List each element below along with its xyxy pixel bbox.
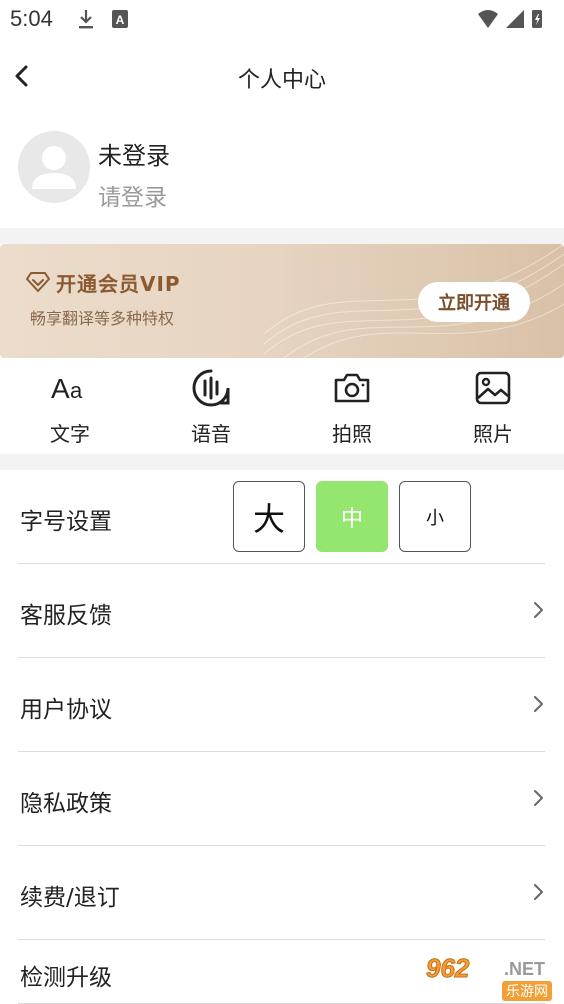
wifi-icon [478,10,498,28]
status-bar: 5:04 A [0,0,564,40]
tool-grid: A a 文字 语音 拍照 照片 [0,358,564,454]
vip-title: 开通会员VIP [56,271,181,296]
chevron-right-icon [534,602,543,618]
tool-label: 文字 [50,422,90,446]
tool-camera[interactable]: 拍照 [304,368,400,452]
chevron-right-icon [534,884,543,900]
vip-subtitle: 畅享翻译等多种特权 [30,309,175,328]
row-label: 用户协议 [20,697,112,723]
signal-icon [506,10,524,28]
row-label: 隐私政策 [20,791,112,817]
login-prompt[interactable]: 请登录 [98,178,167,212]
camera-icon [334,373,370,403]
row-label: 客服反馈 [20,603,112,629]
profile-name[interactable]: 未登录 [98,136,170,171]
top-nav: 个人中心 [0,50,564,102]
settings-row-feedback[interactable]: 客服反馈 [18,564,545,658]
row-label: 检测升级 [20,965,112,991]
tool-voice[interactable]: 语音 [163,368,259,452]
voice-icon [192,369,230,407]
status-indicators [478,10,542,28]
site-watermark: 962 .NET 乐游网 [424,953,560,1001]
vip-banner[interactable]: 开通会员VIP 畅享翻译等多种特权 立即开通 [0,244,564,358]
tool-label: 拍照 [332,422,372,446]
a-notification-icon: A [112,10,128,28]
section-divider [0,454,564,470]
open-vip-button[interactable]: 立即开通 [418,282,530,322]
svg-text:a: a [70,378,83,403]
download-icon [79,10,93,29]
watermark-cn-text: 乐游网 [502,981,552,1001]
watermark-number: 962 [425,953,470,984]
tool-photo[interactable]: 照片 [445,368,541,452]
tool-text[interactable]: A a 文字 [22,368,118,452]
font-size-medium-button[interactable]: 中 [316,481,388,552]
status-time: 5:04 [10,6,53,31]
chevron-right-icon [534,696,543,712]
font-size-label: 字号设置 [20,509,112,535]
watermark-suffix: .NET [504,959,546,979]
vip-title-group: 开通会员VIP [26,268,181,296]
photo-icon [475,371,511,405]
svg-text:A: A [116,13,125,27]
settings-row-privacy[interactable]: 隐私政策 [18,752,545,846]
font-size-small-button[interactable]: 小 [399,481,471,552]
settings-row-renew-unsubscribe[interactable]: 续费/退订 [18,846,545,940]
font-size-setting: 字号设置 大 中 小 [18,470,545,564]
diamond-icon [26,272,50,292]
tool-label: 照片 [473,422,513,446]
font-size-large-button[interactable]: 大 [233,481,305,552]
page-title: 个人中心 [237,68,326,93]
settings-row-user-agreement[interactable]: 用户协议 [18,658,545,752]
user-avatar-icon[interactable] [18,131,90,203]
text-aa-icon: A a [51,373,83,404]
svg-text:A: A [51,373,70,404]
tool-label: 语音 [191,422,231,446]
section-divider [0,228,564,244]
row-label: 续费/退订 [20,885,120,911]
chevron-right-icon [534,790,543,806]
profile-header[interactable]: 未登录 请登录 [0,118,564,228]
